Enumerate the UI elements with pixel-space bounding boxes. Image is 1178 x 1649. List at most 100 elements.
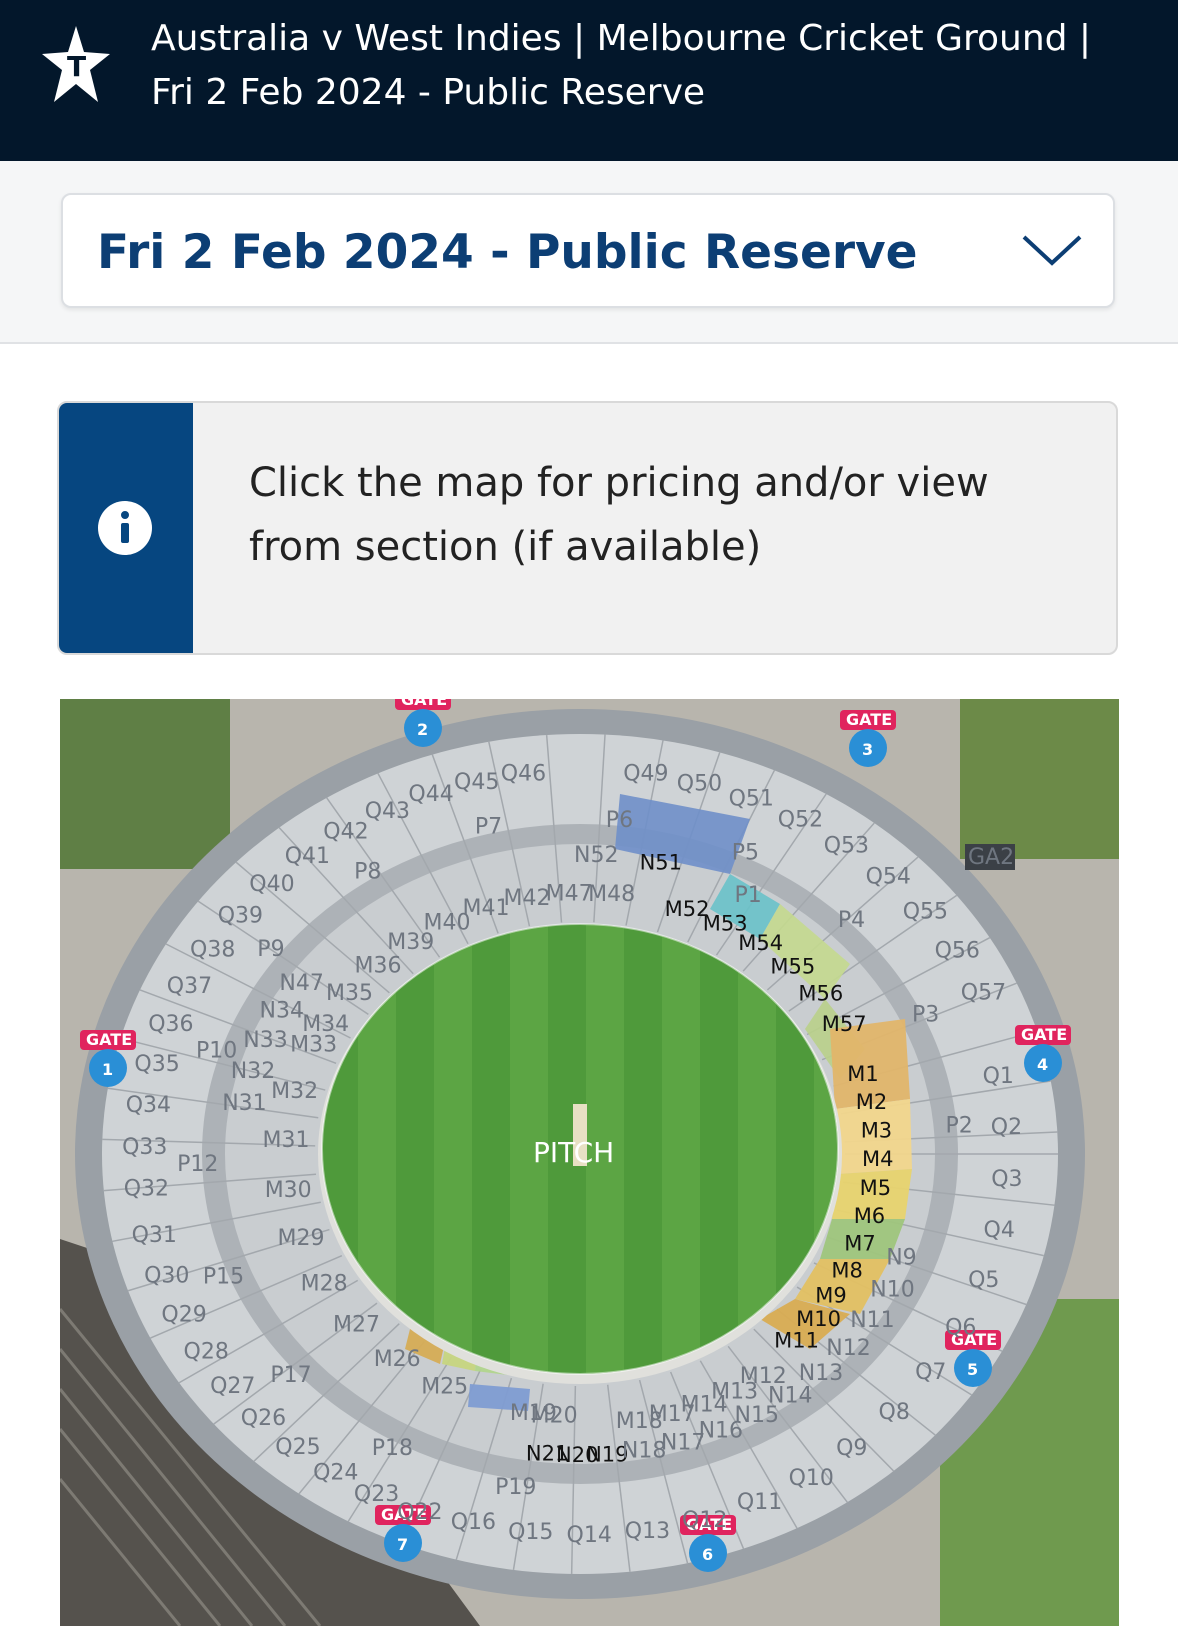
stadium-map[interactable]: PITCH GATE 1 GATE 2 GATE 3 GATE 4 GATE 5 GATE 6 GATE…	[60, 699, 1119, 1626]
section-m42-label[interactable]: M42	[504, 886, 551, 911]
section-n18-label[interactable]: N18	[622, 1438, 666, 1463]
section-q56-label[interactable]: Q56	[935, 938, 980, 963]
section-m31-label[interactable]: M31	[263, 1128, 310, 1153]
section-q53-label[interactable]: Q53	[824, 834, 869, 859]
section-q50-label[interactable]: Q50	[677, 771, 722, 796]
section-q1-label[interactable]: Q1	[983, 1064, 1014, 1089]
section-m29-label[interactable]: M29	[278, 1226, 325, 1251]
section-p4-label[interactable]: P4	[838, 908, 865, 933]
section-p17-label[interactable]: P17	[270, 1363, 311, 1388]
section-q34-label[interactable]: Q34	[126, 1093, 171, 1118]
section-q16-label[interactable]: Q16	[451, 1510, 496, 1535]
section-q26-label[interactable]: Q26	[241, 1406, 286, 1431]
section-m47-label[interactable]: M47	[546, 881, 593, 906]
section-m55-label[interactable]: M55	[770, 955, 815, 979]
section-q35-label[interactable]: Q35	[134, 1052, 179, 1077]
section-q6-label[interactable]: Q6	[945, 1316, 976, 1341]
section-m56-label[interactable]: M56	[798, 982, 843, 1006]
section-q28-label[interactable]: Q28	[184, 1339, 229, 1364]
section-q9-label[interactable]: Q9	[836, 1436, 867, 1461]
section-m11-label[interactable]: M11	[774, 1328, 819, 1352]
section-m9-label[interactable]: M9	[815, 1283, 846, 1307]
section-p2-label[interactable]: P2	[946, 1114, 973, 1139]
section-m6-label[interactable]: M6	[854, 1204, 885, 1228]
section-q27-label[interactable]: Q27	[210, 1374, 255, 1399]
section-m3-label[interactable]: M3	[861, 1118, 892, 1142]
section-p9-label[interactable]: P9	[257, 937, 284, 962]
section-n9-label[interactable]: N9	[886, 1246, 916, 1271]
section-q10-label[interactable]: Q10	[789, 1466, 834, 1491]
section-n34-label[interactable]: N34	[260, 999, 304, 1024]
section-q25-label[interactable]: Q25	[275, 1435, 320, 1460]
section-q36-label[interactable]: Q36	[148, 1012, 193, 1037]
section-q46-label[interactable]: Q46	[501, 762, 546, 787]
section-q38-label[interactable]: Q38	[190, 937, 235, 962]
section-q32-label[interactable]: Q32	[124, 1177, 169, 1202]
section-n51-label[interactable]: N51	[640, 851, 682, 875]
section-n17-label[interactable]: N17	[661, 1430, 705, 1455]
section-q30-label[interactable]: Q30	[144, 1263, 189, 1288]
section-q14-label[interactable]: Q14	[567, 1523, 612, 1548]
section-q5-label[interactable]: Q5	[968, 1268, 999, 1293]
section-p18-label[interactable]: P18	[372, 1436, 413, 1461]
section-q41-label[interactable]: Q41	[285, 844, 330, 869]
section-n47-label[interactable]: N47	[279, 971, 323, 996]
section-q7-label[interactable]: Q7	[915, 1360, 946, 1385]
section-p1-label[interactable]: P1	[735, 883, 762, 908]
section-p10-label[interactable]: P10	[196, 1038, 237, 1063]
section-m27-label[interactable]: M27	[333, 1312, 380, 1337]
section-p7-label[interactable]: P7	[475, 815, 502, 840]
section-n13-label[interactable]: N13	[799, 1361, 843, 1386]
section-q8-label[interactable]: Q8	[879, 1400, 910, 1425]
section-m1-label[interactable]: M1	[847, 1062, 878, 1086]
section-q37-label[interactable]: Q37	[167, 974, 212, 999]
section-m32-label[interactable]: M32	[271, 1079, 318, 1104]
section-n52-label[interactable]: N52	[574, 843, 618, 868]
section-m2-label[interactable]: M2	[856, 1090, 887, 1114]
section-q12-label[interactable]: Q12	[682, 1508, 727, 1533]
section-q42-label[interactable]: Q42	[323, 820, 368, 845]
section-m30-label[interactable]: M30	[265, 1178, 312, 1203]
section-q54-label[interactable]: Q54	[866, 864, 911, 889]
section-q31-label[interactable]: Q31	[132, 1223, 177, 1248]
section-p3-label[interactable]: P3	[912, 1003, 939, 1028]
section-q15-label[interactable]: Q15	[508, 1520, 553, 1545]
section-m4-label[interactable]: M4	[862, 1147, 893, 1171]
section-q23-label[interactable]: Q23	[354, 1482, 399, 1507]
session-select-dropdown[interactable]: Fri 2 Feb 2024 - Public Reserve	[61, 193, 1115, 308]
section-m34-label[interactable]: M34	[302, 1012, 349, 1037]
section-n32-label[interactable]: N32	[231, 1059, 275, 1084]
section-q51-label[interactable]: Q51	[729, 787, 774, 812]
section-m25-label[interactable]: M25	[421, 1374, 468, 1399]
section-q22-label[interactable]: Q22	[397, 1500, 442, 1525]
section-q29-label[interactable]: Q29	[161, 1302, 206, 1327]
section-m26-label[interactable]: M26	[374, 1347, 421, 1372]
stadium-map-svg[interactable]: PITCH GATE1GATE2GATE3GATE4GATE5GATE6GATE…	[60, 699, 1119, 1626]
section-q43-label[interactable]: Q43	[365, 799, 410, 824]
section-q33-label[interactable]: Q33	[122, 1135, 167, 1160]
section-m41-label[interactable]: M41	[463, 896, 510, 921]
section-m18-label[interactable]: M18	[616, 1409, 663, 1434]
section-p12-label[interactable]: P12	[177, 1152, 218, 1177]
section-q57-label[interactable]: Q57	[961, 980, 1006, 1005]
section-q3-label[interactable]: Q3	[991, 1167, 1022, 1192]
section-m54-label[interactable]: M54	[738, 931, 783, 955]
section-m57-label[interactable]: M57	[822, 1012, 867, 1036]
section-q13-label[interactable]: Q13	[625, 1519, 670, 1544]
section-q40-label[interactable]: Q40	[249, 872, 294, 897]
section-q11-label[interactable]: Q11	[737, 1490, 782, 1515]
section-m35-label[interactable]: M35	[326, 981, 373, 1006]
section-n11-label[interactable]: N11	[850, 1308, 894, 1333]
section-n33-label[interactable]: N33	[243, 1028, 287, 1053]
section-m5-label[interactable]: M5	[860, 1176, 891, 1200]
section-q49-label[interactable]: Q49	[623, 762, 668, 787]
section-q52-label[interactable]: Q52	[778, 808, 823, 833]
section-n31-label[interactable]: N31	[222, 1091, 266, 1116]
section-m7-label[interactable]: M7	[844, 1232, 875, 1256]
section-n10-label[interactable]: N10	[870, 1278, 914, 1303]
section-p19-label[interactable]: P19	[495, 1475, 536, 1500]
section-p15-label[interactable]: P15	[203, 1265, 244, 1290]
section-q45-label[interactable]: Q45	[454, 770, 499, 795]
section-q44-label[interactable]: Q44	[408, 782, 453, 807]
section-m36-label[interactable]: M36	[355, 954, 402, 979]
